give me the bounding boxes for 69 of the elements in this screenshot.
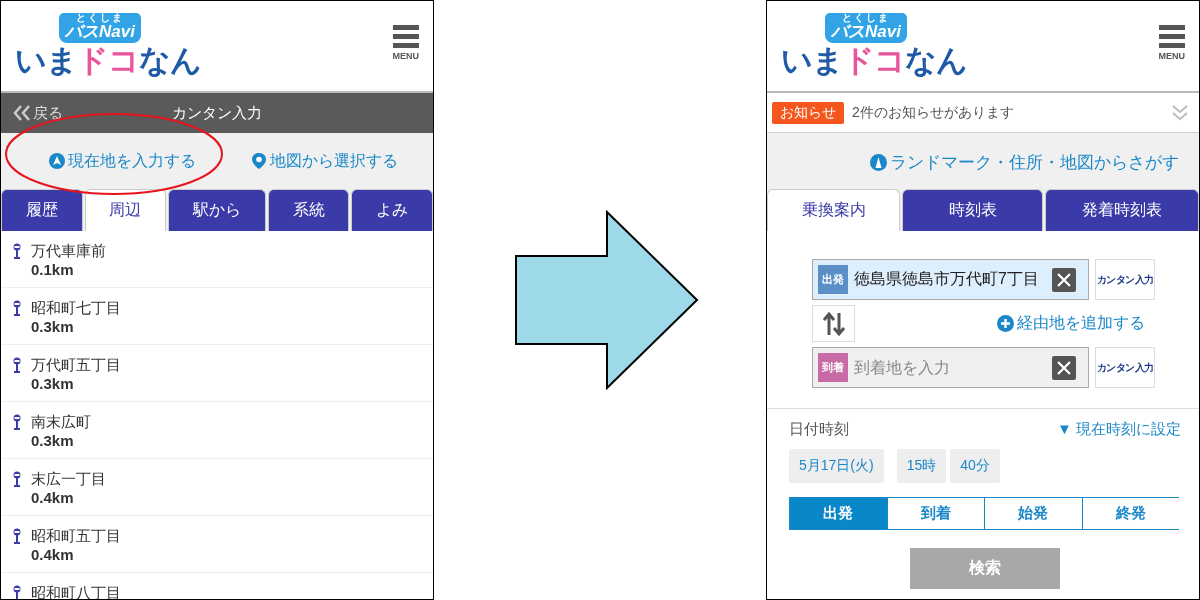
swap-button[interactable] (812, 305, 855, 342)
notice-badge: お知らせ (772, 101, 844, 124)
swap-arrows-icon (822, 310, 845, 337)
bus-stop-icon (12, 300, 22, 316)
stop-row[interactable]: 昭和町七丁目 0.3km (1, 288, 433, 345)
bus-stop-icon (12, 414, 22, 430)
clear-icon[interactable] (1052, 355, 1076, 380)
tab[interactable]: 系統 (267, 189, 350, 231)
screen-title: カンタン入力 (172, 103, 262, 123)
tab[interactable]: 履歴 (1, 189, 83, 231)
logo-badge: とくしま バスNavi (59, 13, 141, 43)
mode-option[interactable]: 出発 (790, 498, 888, 529)
bus-stop-icon (12, 243, 22, 259)
notice-text: 2件のお知らせがあります (852, 103, 1015, 122)
field-tag: 到着 (818, 353, 848, 382)
text-input[interactable]: 徳島県徳島市万代町7丁目 (854, 270, 1046, 289)
bus-stop-icon (12, 528, 22, 544)
stop-row[interactable]: 昭和町五丁目 0.4km (1, 516, 433, 573)
landmark-icon (870, 153, 887, 171)
tab[interactable]: 発着時刻表 (1044, 189, 1199, 231)
stop-name: 万代車庫前 (31, 241, 106, 260)
logo-badge: とくしま バスNavi (825, 13, 907, 43)
search-link[interactable]: ランドマーク・住所・地図からさがす (767, 149, 1199, 175)
clear-icon[interactable] (1052, 267, 1076, 292)
text-input[interactable]: 到着地を入力 (854, 358, 1046, 377)
tab[interactable]: よみ (351, 189, 433, 231)
action-link[interactable]: 地図から選択する (250, 150, 398, 172)
stop-name: 末広一丁目 (31, 469, 106, 488)
input-field[interactable]: 出発 徳島県徳島市万代町7丁目 (812, 259, 1089, 300)
stop-row[interactable]: 末広一丁目 0.4km (1, 459, 433, 516)
date-time-selector[interactable]: 5月17日(火) (789, 449, 884, 483)
menu-button[interactable]: MENU (1158, 13, 1185, 61)
bus-stop-icon (12, 357, 22, 373)
field-tag: 出発 (818, 265, 848, 294)
map-pin-icon (250, 153, 267, 169)
tab[interactable]: 乗換案内 (767, 189, 901, 231)
logo-text: いま ドコなん (781, 43, 967, 79)
stop-name: 昭和町七丁目 (31, 298, 121, 317)
logo-text: いま ドコなん (15, 43, 201, 79)
double-chevron-icon (13, 105, 31, 121)
stop-distance: 0.1km (31, 260, 75, 279)
add-via-link[interactable]: 経由地を追加する (997, 313, 1145, 334)
tab[interactable]: 周辺 (84, 189, 167, 231)
back-button[interactable]: 戻る (1, 103, 172, 123)
easy-input-button[interactable]: カンタン入力 (1095, 347, 1155, 388)
tab[interactable]: 駅から (168, 189, 266, 231)
navigation-icon (48, 153, 65, 169)
stop-distance: 0.3km (31, 317, 75, 336)
date-time-selector[interactable]: 15時 (896, 449, 947, 483)
stop-distance: 0.4km (31, 488, 75, 507)
double-chevron-down-icon (1171, 103, 1189, 122)
action-link[interactable]: 現在地を入力する (48, 150, 196, 172)
stop-row[interactable]: 南末広町 0.3km (1, 402, 433, 459)
bus-stop-icon (12, 471, 22, 487)
stop-name: 昭和町五丁目 (31, 526, 121, 545)
date-time-selector[interactable]: 40分 (950, 449, 1000, 483)
stop-distance: 0.4km (31, 545, 75, 564)
set-current-time-link[interactable]: ▼ 現在時刻に設定 (1057, 419, 1181, 439)
menu-button[interactable]: MENU (392, 13, 419, 61)
stop-name: 万代町五丁目 (31, 355, 121, 374)
stop-distance: 0.3km (31, 431, 75, 450)
date-time-label: 日付時刻 (789, 419, 849, 439)
stop-row[interactable]: 万代車庫前 0.1km (1, 231, 433, 288)
stop-row[interactable]: 万代町五丁目 0.3km (1, 345, 433, 402)
stop-distance: 0.3km (31, 374, 75, 393)
stop-name: 南末広町 (31, 412, 91, 431)
tab[interactable]: 時刻表 (902, 189, 1043, 231)
plus-circle-icon (997, 315, 1014, 332)
easy-input-button[interactable]: カンタン入力 (1095, 259, 1155, 300)
